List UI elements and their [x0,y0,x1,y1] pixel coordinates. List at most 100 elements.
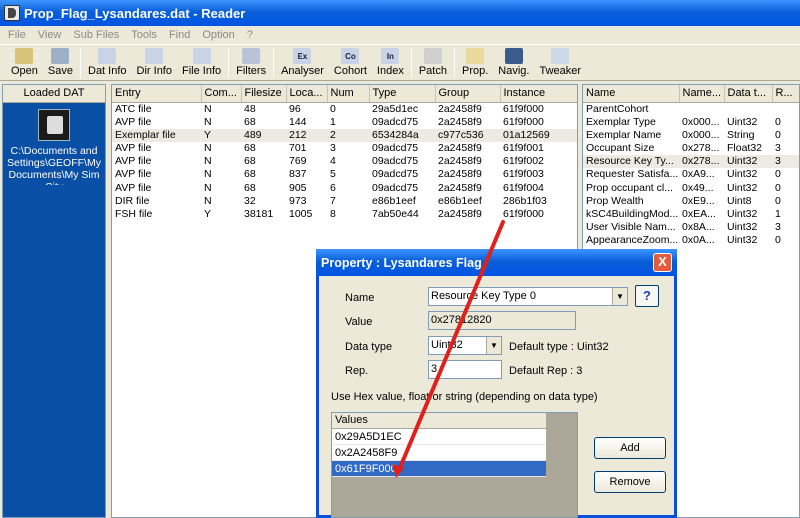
property-row[interactable]: Exemplar Type 0x000... Uint32 0 [583,115,799,129]
property-cell: 0x000... [682,115,720,128]
menu-help[interactable]: ? [241,29,259,41]
entry-cell: N [204,168,212,181]
analyser-button[interactable]: Ex Analyser [276,45,329,80]
property-row[interactable]: Requester Satisfa... 0xA9... Uint32 0 [583,168,799,181]
entry-cell: 144 [289,115,307,128]
dat-info-button[interactable]: Dat Info [83,45,132,80]
value-row[interactable]: 0x29A5D1EC [332,429,546,445]
entry-row[interactable]: AVP file N 68 701 3 09adcd75 2a2458f9 61f9f001 [112,141,577,155]
open-button[interactable]: Open [6,45,43,80]
property-column-header[interactable]: Name... [679,85,725,103]
loaded-dat-header: Loaded DAT [3,85,105,103]
entry-column-header[interactable]: Filesize [241,85,287,103]
datatype-select[interactable]: Uint32 ▼ [428,336,502,355]
entry-cell: 837 [289,168,307,181]
menu-bar: File View Sub Files Tools Find Option ? [0,26,800,44]
property-cell: Uint32 [727,234,758,247]
values-header: Values [332,413,546,429]
property-cell: 1 [775,207,781,220]
entry-row[interactable]: AVP file N 68 905 6 09adcd75 2a2458f9 61f9f004 [112,181,577,194]
entry-row[interactable]: DIR file N 32 973 7 e86b1eef e86b1eef 286b1f03 [112,194,577,208]
entry-cell: N [204,181,212,194]
prop-button[interactable]: Prop. [457,45,493,80]
value-row[interactable]: 0x61F9F000 [332,461,546,477]
entry-column-header[interactable]: Group [435,85,501,103]
property-cell: Float32 [727,141,763,154]
entry-row[interactable]: AVP file N 68 769 4 09adcd75 2a2458f9 61f9f002 [112,155,577,168]
property-row[interactable]: User Visible Nam... 0x8A... Uint32 3 [583,221,799,234]
dat-file-icon[interactable] [38,109,70,141]
values-list[interactable]: Values 0x29A5D1EC 0x2A2458F9 0x61F9F000 [331,412,578,518]
property-cell: 3 [775,141,781,154]
file-info-button[interactable]: File Info [177,45,226,80]
entry-row[interactable]: AVP file N 68 837 5 09adcd75 2a2458f9 61f9f003 [112,168,577,181]
entry-cell: DIR file [115,194,150,207]
property-row[interactable]: Prop Wealth 0xE9... Uint8 0 [583,195,799,208]
property-row[interactable]: ParentCohort [583,102,799,116]
toolbar: Open Save Dat Info Dir Info File Info Filters… [0,44,800,81]
property-row[interactable]: Exemplar Name 0x000... String 0 [583,129,799,142]
property-row[interactable]: kSC4BuildingMod... 0xEA... Uint32 1 [583,207,799,221]
entry-cell: 905 [289,181,307,194]
entry-row[interactable]: ATC file N 48 96 0 29a5d1ec 2a2458f9 61f9f000 [112,102,577,116]
entry-cell: e86b1eef [372,194,416,207]
toolbar-label: Dat Info [88,65,127,77]
entry-cell: 01a12569 [500,128,577,142]
entry-column-header[interactable]: Type [369,85,436,103]
entry-cell: 61f9f001 [503,141,544,154]
app-icon [4,5,20,21]
property-cell [679,102,724,116]
property-column-header[interactable]: Name [583,85,680,103]
analyser-icon: Ex [293,48,312,64]
property-column-header[interactable]: R... [772,85,799,103]
property-row[interactable]: Prop occupant cl... 0x49... Uint32 0 [583,181,799,194]
entry-cell: 2a2458f9 [438,181,482,194]
add-button[interactable]: Add [594,437,666,459]
entry-column-header[interactable]: Loca... [286,85,328,103]
tweaker-button[interactable]: Tweaker [534,45,586,80]
name-label: Name [345,292,375,304]
save-icon [51,48,70,64]
cohort-button[interactable]: Co Cohort [329,45,372,80]
entry-column-header[interactable]: Instance [500,85,577,103]
filters-button[interactable]: Filters [231,45,271,80]
entry-row[interactable]: Exemplar file Y 489 212 2 6534284a c977c536 01a… [112,128,577,142]
save-button[interactable]: Save [43,45,78,80]
entry-column-header[interactable]: Com... [201,85,242,103]
default-type-text: Default type : Uint32 [509,341,609,353]
index-button[interactable]: In Index [372,45,409,80]
menu-view[interactable]: View [32,29,68,41]
remove-button[interactable]: Remove [594,471,666,493]
chevron-down-icon[interactable]: ▼ [612,288,627,305]
property-cell: Requester Satisfa... [586,168,679,181]
value-row[interactable]: 0x2A2458F9 [332,445,546,461]
entry-row[interactable]: AVP file N 68 144 1 09adcd75 2a2458f9 61f9f000 [112,115,577,129]
entry-cell: 212 [286,128,327,142]
name-select-value: Resource Key Type 0 [431,290,536,302]
entry-row[interactable]: FSH file Y 38181 1005 8 7ab50e44 2a2458f9 61f9f… [112,208,577,221]
property-row[interactable]: Occupant Size 0x278... Float32 3 [583,141,799,155]
patch-button[interactable]: Patch [414,45,452,80]
entry-cell: 701 [289,141,307,154]
property-row[interactable]: Resource Key Ty... 0x278... Uint32 3 [583,155,799,169]
property-row[interactable]: AppearanceZoom... 0x0A... Uint32 0 [583,234,799,247]
entry-column-header[interactable]: Entry [112,85,202,103]
navig-button[interactable]: Navig. [493,45,534,80]
menu-sub-files[interactable]: Sub Files [67,29,125,41]
dir-info-button[interactable]: Dir Info [132,45,177,80]
dialog-close-button[interactable]: X [653,253,672,272]
datatype-label: Data type [345,341,393,353]
entry-column-header[interactable]: Num [327,85,370,103]
toolbar-separator [453,48,455,78]
help-button[interactable]: ? [635,285,659,307]
chevron-down-icon[interactable]: ▼ [486,337,501,354]
entry-cell: 09adcd75 [372,181,419,194]
menu-option[interactable]: Option [196,29,240,41]
menu-find[interactable]: Find [163,29,196,41]
rep-field[interactable]: 3 [428,360,502,379]
property-column-header[interactable]: Data t... [724,85,773,103]
name-select[interactable]: Resource Key Type 0 ▼ [428,287,628,306]
menu-file[interactable]: File [2,29,32,41]
property-cell [724,102,772,116]
menu-tools[interactable]: Tools [125,29,163,41]
